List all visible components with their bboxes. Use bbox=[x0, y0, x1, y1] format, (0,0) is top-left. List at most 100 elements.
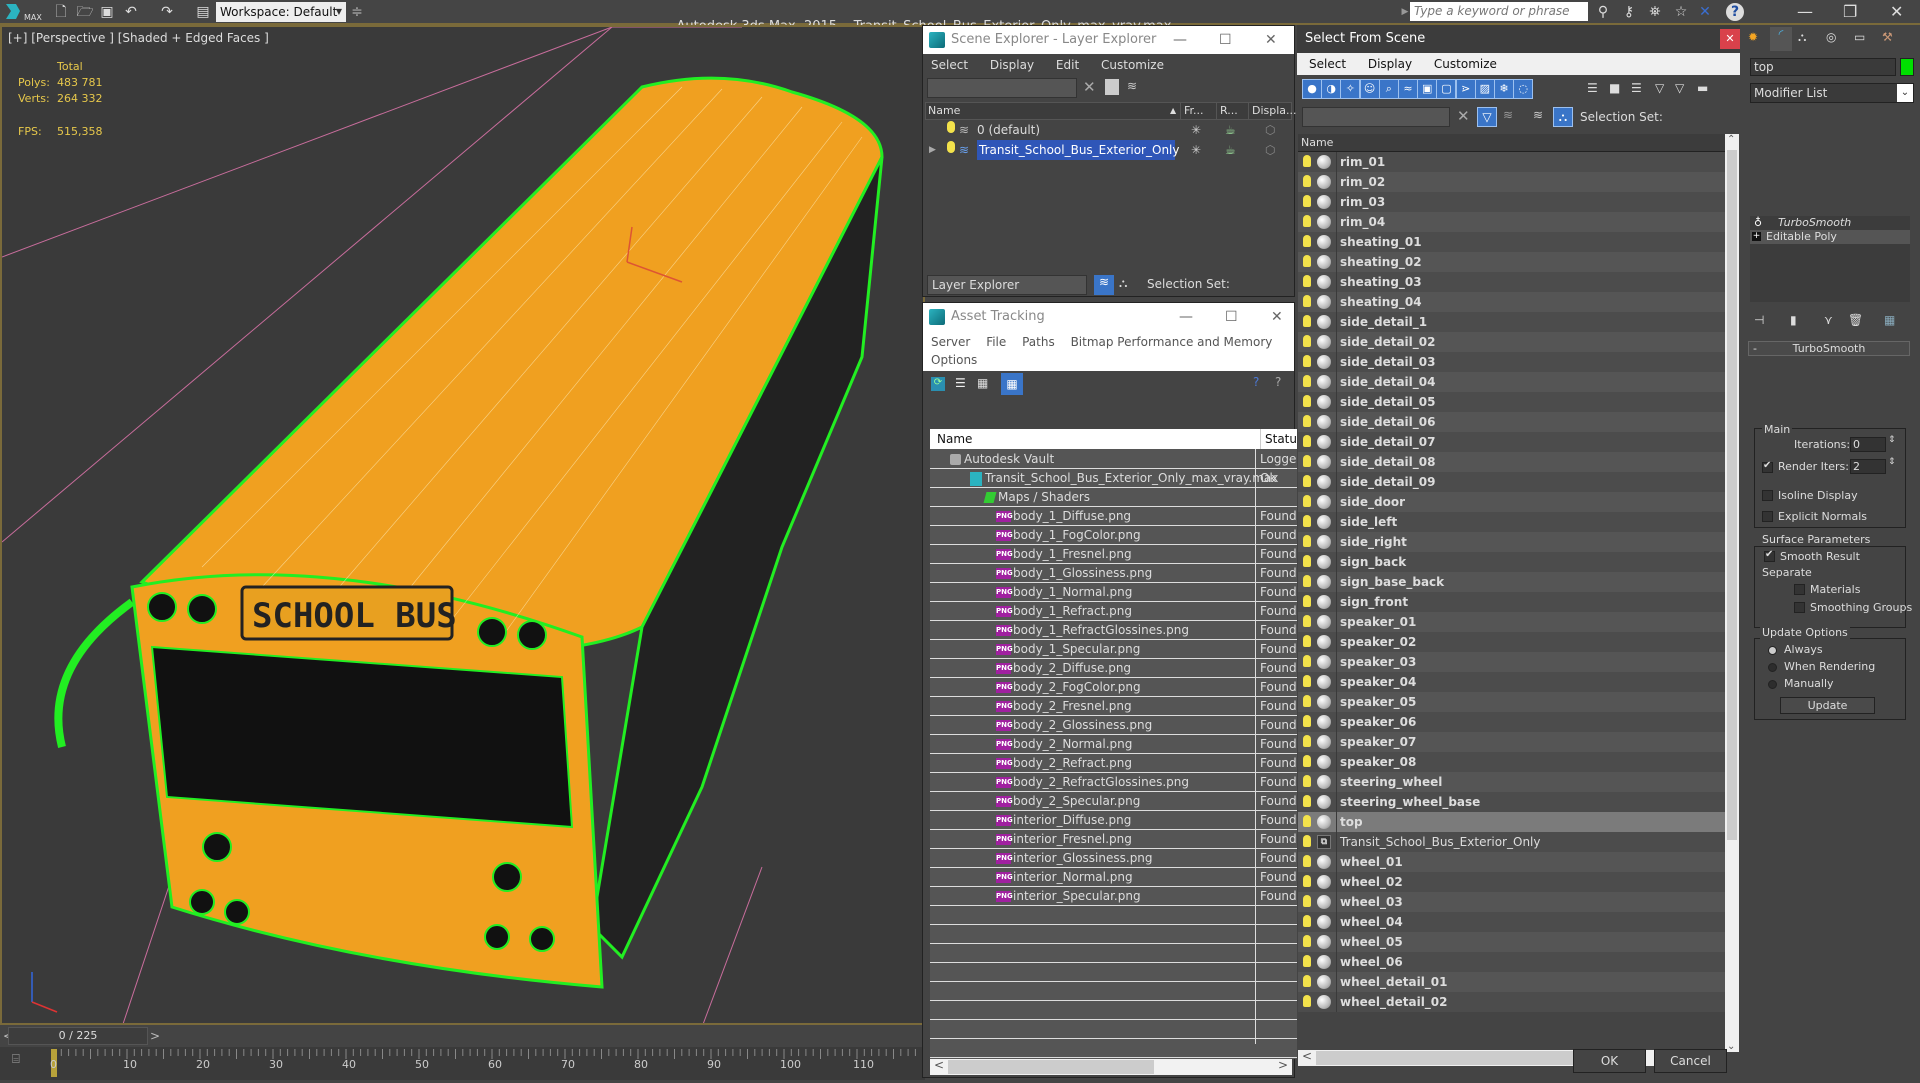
layers-view-icon[interactable]: ≋ bbox=[1094, 275, 1114, 295]
object-row[interactable]: side_detail_03 bbox=[1298, 352, 1725, 372]
key-icon[interactable]: ⚷ bbox=[1620, 3, 1638, 21]
light-bulb-icon[interactable] bbox=[1303, 215, 1311, 227]
menu-customize[interactable]: Customize bbox=[1434, 57, 1497, 71]
asset-row[interactable]: Autodesk Vault Logged bbox=[930, 450, 1302, 469]
clear-search-icon[interactable]: ✕ bbox=[1457, 107, 1470, 125]
collapse-icon[interactable]: ▬ bbox=[1697, 81, 1708, 95]
light-bulb-icon[interactable] bbox=[1303, 695, 1311, 707]
scroll-right-icon[interactable]: > bbox=[1278, 1058, 1288, 1072]
object-row[interactable]: top bbox=[1298, 812, 1725, 832]
expand-plus-icon[interactable]: + bbox=[1752, 232, 1761, 241]
column-display[interactable]: Displa... bbox=[1248, 103, 1297, 119]
object-row[interactable]: sheating_02 bbox=[1298, 252, 1725, 272]
menu-customize[interactable]: Customize bbox=[1101, 58, 1164, 72]
menu-display[interactable]: Display bbox=[990, 58, 1034, 72]
light-bulb-icon[interactable] bbox=[1303, 875, 1311, 887]
layers-highlight-icon[interactable]: ≋ bbox=[1503, 108, 1513, 122]
menu-file[interactable]: File bbox=[986, 335, 1006, 349]
time-slider[interactable]: 0 / 225 bbox=[8, 1027, 148, 1045]
asset-row[interactable]: PNGbody_1_RefractGlossines.png Found bbox=[930, 621, 1302, 640]
object-row[interactable]: sign_front bbox=[1298, 592, 1725, 612]
object-color-swatch[interactable] bbox=[1900, 58, 1914, 76]
scene-search-input[interactable] bbox=[927, 78, 1077, 98]
columns-icon[interactable]: ☰ bbox=[1631, 81, 1642, 95]
configure-sets-icon[interactable]: ▦ bbox=[1884, 313, 1895, 327]
scene-explorer-titlebar[interactable]: Scene Explorer - Layer Explorer — ☐ ✕ bbox=[923, 26, 1294, 54]
object-row[interactable]: wheel_01 bbox=[1298, 852, 1725, 872]
scroll-left-icon[interactable]: < bbox=[1302, 1049, 1312, 1063]
asset-row[interactable]: PNGinterior_Glossiness.png Found bbox=[930, 849, 1302, 868]
object-row[interactable]: ⧉ Transit_School_Bus_Exterior_Only bbox=[1298, 832, 1725, 852]
layer-row[interactable]: ≋ 0 (default) ✳ ☕ ⬡ bbox=[925, 120, 1295, 140]
object-row[interactable]: speaker_03 bbox=[1298, 652, 1725, 672]
object-row[interactable]: side_detail_08 bbox=[1298, 452, 1725, 472]
light-bulb-icon[interactable] bbox=[947, 121, 955, 133]
menu-display[interactable]: Display bbox=[1368, 57, 1412, 71]
filter-hidden-icon[interactable]: ◌ bbox=[1513, 79, 1534, 99]
object-row[interactable]: sheating_03 bbox=[1298, 272, 1725, 292]
scrollbar-thumb[interactable] bbox=[1316, 1051, 1604, 1065]
filter-icon[interactable]: ▽ bbox=[1477, 107, 1497, 127]
save-icon[interactable]: ▣ bbox=[98, 3, 116, 21]
vault-help-icon[interactable]: ? bbox=[1253, 375, 1259, 389]
sfs-search-input[interactable] bbox=[1302, 107, 1450, 127]
column-name[interactable]: Name bbox=[937, 429, 972, 449]
light-bulb-icon[interactable] bbox=[1303, 615, 1311, 627]
modify-tab-icon[interactable]: ◜ bbox=[1770, 27, 1792, 51]
menu-select[interactable]: Select bbox=[931, 58, 968, 72]
object-row[interactable]: sign_back bbox=[1298, 552, 1725, 572]
hierarchy-tab-icon[interactable]: ⛬ bbox=[1798, 30, 1806, 45]
asset-row[interactable]: PNGinterior_Diffuse.png Found bbox=[930, 811, 1302, 830]
redo-icon[interactable]: ↷ bbox=[158, 3, 176, 21]
render-iters-spinner[interactable]: 2 bbox=[1850, 459, 1886, 474]
object-row[interactable]: speaker_06 bbox=[1298, 712, 1725, 732]
help-search-input[interactable]: Type a keyword or phrase bbox=[1410, 2, 1588, 21]
asset-row[interactable]: PNGbody_2_Diffuse.png Found bbox=[930, 659, 1302, 678]
binoculars-icon[interactable]: ⚲ bbox=[1594, 3, 1612, 21]
object-row[interactable]: speaker_08 bbox=[1298, 752, 1725, 772]
light-bulb-icon[interactable] bbox=[1303, 255, 1311, 267]
light-bulb-icon[interactable] bbox=[1303, 715, 1311, 727]
close-icon[interactable]: ✕ bbox=[1720, 29, 1740, 49]
asset-row[interactable]: PNGbody_2_Specular.png Found bbox=[930, 792, 1302, 811]
object-row[interactable]: speaker_04 bbox=[1298, 672, 1725, 692]
object-row[interactable]: speaker_02 bbox=[1298, 632, 1725, 652]
clear-search-icon[interactable]: ✕ bbox=[1083, 78, 1096, 96]
object-row[interactable]: side_detail_02 bbox=[1298, 332, 1725, 352]
exchange-icon[interactable]: ✕ bbox=[1696, 3, 1714, 21]
satellite-icon[interactable]: ⛯ bbox=[1646, 3, 1664, 21]
light-bulb-icon[interactable] bbox=[1303, 495, 1311, 507]
minimize-icon[interactable]: — bbox=[1179, 303, 1193, 331]
object-row[interactable]: rim_01 bbox=[1298, 152, 1725, 172]
freeze-snowflake-icon[interactable]: ✳ bbox=[1191, 120, 1201, 140]
ok-button[interactable]: OK bbox=[1573, 1049, 1646, 1073]
smooth-result-checkbox[interactable] bbox=[1764, 549, 1775, 562]
show-end-result-icon[interactable]: ▮ bbox=[1790, 313, 1797, 327]
hierarchy-icon[interactable]: ⛬ bbox=[1119, 276, 1127, 291]
asset-row[interactable]: PNGbody_1_Refract.png Found bbox=[930, 602, 1302, 621]
motion-tab-icon[interactable]: ◎ bbox=[1826, 30, 1836, 44]
light-bulb-icon[interactable] bbox=[1303, 675, 1311, 687]
light-bulb-icon[interactable] bbox=[1303, 515, 1311, 527]
light-bulb-icon[interactable] bbox=[1303, 435, 1311, 447]
create-tab-icon[interactable]: ✹ bbox=[1748, 30, 1758, 44]
asset-row[interactable]: PNGbody_2_Glossiness.png Found bbox=[930, 716, 1302, 735]
column-name[interactable]: Name bbox=[1301, 136, 1333, 149]
modifier-list-dropdown[interactable]: Modifier List ⌄ bbox=[1750, 83, 1914, 103]
object-row[interactable]: sheating_01 bbox=[1298, 232, 1725, 252]
filter-options-icon[interactable]: ▽ bbox=[1675, 81, 1684, 95]
filter-xrefs-icon[interactable]: ▢ bbox=[1436, 79, 1457, 99]
pin-stack-icon[interactable]: ⊣ bbox=[1754, 313, 1764, 327]
freeze-snowflake-icon[interactable]: ✳ bbox=[1191, 140, 1201, 160]
light-bulb-icon[interactable] bbox=[1303, 595, 1311, 607]
table-view-icon[interactable]: ▦ bbox=[1001, 373, 1023, 395]
find-icon[interactable] bbox=[1105, 79, 1119, 95]
asset-row[interactable]: PNGbody_1_Normal.png Found bbox=[930, 583, 1302, 602]
light-bulb-icon[interactable] bbox=[1303, 235, 1311, 247]
object-row[interactable]: rim_04 bbox=[1298, 212, 1725, 232]
customize-toolbar-icon[interactable]: ≑ bbox=[348, 3, 366, 21]
light-bulb-icon[interactable] bbox=[1303, 635, 1311, 647]
separate-materials-checkbox[interactable] bbox=[1794, 584, 1805, 595]
menu-edit[interactable]: Edit bbox=[1056, 58, 1079, 72]
asset-row[interactable]: PNGbody_2_Normal.png Found bbox=[930, 735, 1302, 754]
